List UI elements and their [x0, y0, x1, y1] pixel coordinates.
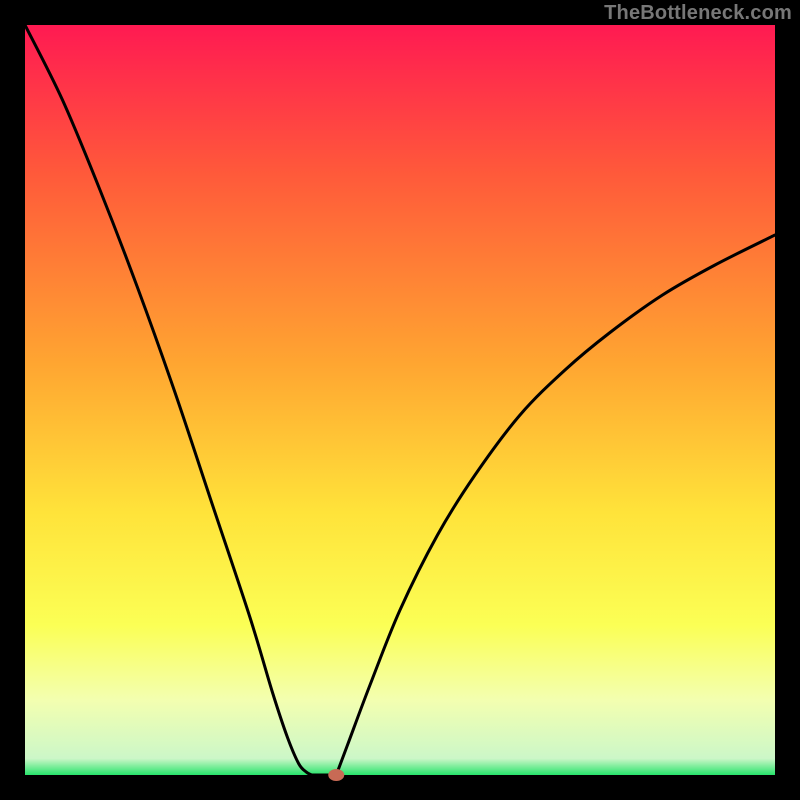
bottleneck-chart [0, 0, 800, 800]
optimum-marker [328, 769, 344, 781]
gradient-background [25, 25, 775, 775]
watermark-text: TheBottleneck.com [604, 2, 792, 25]
chart-frame: TheBottleneck.com [0, 0, 800, 800]
